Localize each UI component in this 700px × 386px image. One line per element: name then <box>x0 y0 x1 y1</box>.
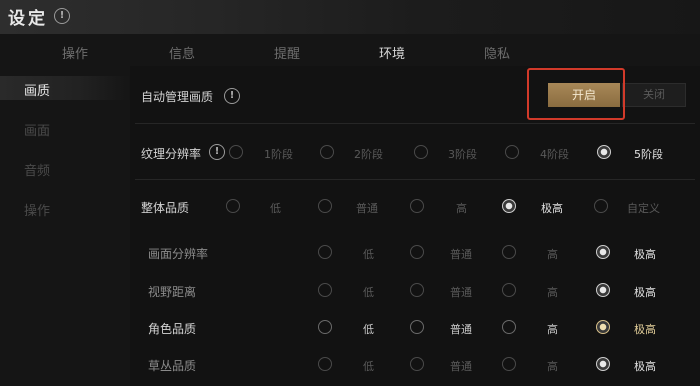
view-dist-radio-high[interactable] <box>502 283 516 297</box>
screen-res-option-high[interactable]: 高 <box>547 246 558 262</box>
texture-radio-3[interactable] <box>414 145 428 159</box>
view-dist-option-high[interactable]: 高 <box>547 284 558 300</box>
texture-radio-1[interactable] <box>229 145 243 159</box>
info-icon[interactable]: ! <box>54 8 70 24</box>
overall-radio-custom[interactable] <box>594 199 608 213</box>
overall-option-high[interactable]: 高 <box>456 200 467 216</box>
tab-privacy[interactable]: 隐私 <box>484 43 510 62</box>
sidebar-item-quality[interactable]: 画质 <box>24 80 50 99</box>
auto-quality-off-button[interactable]: 关闭 <box>622 83 686 107</box>
char-quality-option-high[interactable]: 高 <box>547 321 558 337</box>
auto-quality-info-icon[interactable]: ! <box>224 88 240 104</box>
texture-radio-2[interactable] <box>320 145 334 159</box>
texture-info-icon[interactable]: ! <box>209 144 225 160</box>
divider <box>135 179 695 180</box>
texture-option-1[interactable]: 1阶段 <box>264 146 293 162</box>
view-dist-option-normal[interactable]: 普通 <box>450 284 472 300</box>
character-quality-label: 角色品质 <box>148 322 197 336</box>
screen-res-option-ultra[interactable]: 极高 <box>634 246 656 262</box>
overall-option-custom[interactable]: 自定义 <box>627 200 660 216</box>
char-quality-radio-normal[interactable] <box>410 320 424 334</box>
sidebar-selection-highlight <box>0 76 130 100</box>
overall-option-low[interactable]: 低 <box>270 200 281 216</box>
highlight-annotation-box <box>527 68 625 120</box>
window-title: 设定 <box>8 9 48 29</box>
texture-option-4[interactable]: 4阶段 <box>540 146 569 162</box>
grass-quality-label: 草丛品质 <box>148 359 197 373</box>
screen-res-option-normal[interactable]: 普通 <box>450 246 472 262</box>
char-quality-radio-ultra-selected[interactable] <box>596 320 610 334</box>
char-quality-option-ultra[interactable]: 极高 <box>634 321 656 337</box>
auto-quality-label: 自动管理画质 <box>141 90 214 104</box>
char-quality-radio-high[interactable] <box>502 320 516 334</box>
screen-res-radio-low[interactable] <box>318 245 332 259</box>
screen-resolution-label: 画面分辨率 <box>148 247 209 261</box>
overall-radio-ultra-selected[interactable] <box>502 199 516 213</box>
tab-reminder[interactable]: 提醒 <box>274 43 300 62</box>
char-quality-radio-low[interactable] <box>318 320 332 334</box>
grass-quality-option-low[interactable]: 低 <box>363 358 374 374</box>
overall-radio-normal[interactable] <box>318 199 332 213</box>
texture-option-2[interactable]: 2阶段 <box>354 146 383 162</box>
sidebar-item-operation[interactable]: 操作 <box>24 200 50 219</box>
view-dist-option-low[interactable]: 低 <box>363 284 374 300</box>
title-bar: 设定 ! <box>0 0 700 34</box>
overall-radio-low[interactable] <box>226 199 240 213</box>
tab-environment[interactable]: 环境 <box>379 43 405 62</box>
screen-res-radio-normal[interactable] <box>410 245 424 259</box>
texture-option-5[interactable]: 5阶段 <box>634 146 663 162</box>
tab-info[interactable]: 信息 <box>169 43 195 62</box>
overall-radio-high[interactable] <box>410 199 424 213</box>
screen-res-option-low[interactable]: 低 <box>363 246 374 262</box>
grass-quality-radio-normal[interactable] <box>410 357 424 371</box>
grass-quality-radio-ultra-selected[interactable] <box>596 357 610 371</box>
texture-radio-4[interactable] <box>505 145 519 159</box>
screen-res-radio-high[interactable] <box>502 245 516 259</box>
view-dist-radio-normal[interactable] <box>410 283 424 297</box>
overall-option-normal[interactable]: 普通 <box>356 200 378 216</box>
sidebar: 画质 画面 音频 操作 <box>0 72 130 386</box>
char-quality-option-normal[interactable]: 普通 <box>450 321 472 337</box>
tab-operation[interactable]: 操作 <box>62 43 88 62</box>
view-dist-option-ultra[interactable]: 极高 <box>634 284 656 300</box>
char-quality-option-low[interactable]: 低 <box>363 321 374 337</box>
texture-resolution-label: 纹理分辨率 <box>141 147 202 161</box>
overall-quality-label: 整体品质 <box>141 201 190 215</box>
screen-res-radio-ultra-selected[interactable] <box>596 245 610 259</box>
grass-quality-option-ultra[interactable]: 极高 <box>634 358 656 374</box>
top-tabs: 操作 信息 提醒 环境 隐私 <box>0 34 700 68</box>
grass-quality-radio-high[interactable] <box>502 357 516 371</box>
sidebar-item-audio[interactable]: 音频 <box>24 160 50 179</box>
grass-quality-option-high[interactable]: 高 <box>547 358 558 374</box>
view-distance-label: 视野距离 <box>148 285 197 299</box>
divider <box>135 123 695 124</box>
view-dist-radio-low[interactable] <box>318 283 332 297</box>
view-dist-radio-ultra-selected[interactable] <box>596 283 610 297</box>
overall-option-ultra[interactable]: 极高 <box>541 200 563 216</box>
grass-quality-radio-low[interactable] <box>318 357 332 371</box>
texture-radio-5-selected[interactable] <box>597 145 611 159</box>
sidebar-item-screen[interactable]: 画面 <box>24 120 50 139</box>
texture-option-3[interactable]: 3阶段 <box>448 146 477 162</box>
grass-quality-option-normal[interactable]: 普通 <box>450 358 472 374</box>
